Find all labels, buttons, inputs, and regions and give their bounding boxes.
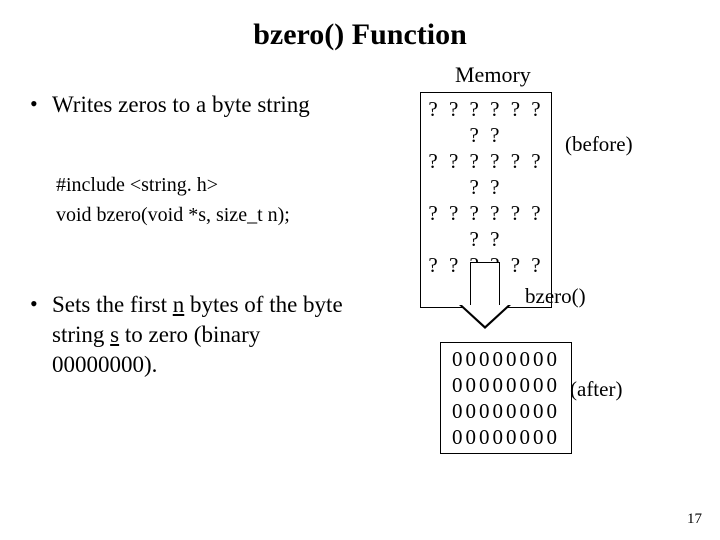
memory-row: ? ? ? ? ? ? ? ? (421, 96, 551, 148)
slide-title: bzero() Function (0, 0, 720, 52)
memory-label: Memory (455, 62, 700, 88)
bullet-dot-icon: • (30, 290, 52, 318)
text-fragment: Sets the first (52, 292, 173, 317)
after-label: (after) (570, 377, 622, 402)
before-label: (before) (565, 132, 633, 157)
slide: bzero() Function • Writes zeros to a byt… (0, 0, 720, 540)
bullet-text: Writes zeros to a byte string (52, 90, 310, 120)
bzero-call-label: bzero() (525, 284, 586, 309)
code-prototype: void bzero(void *s, size_t n); (56, 200, 370, 230)
memory-row: ? ? ? ? ? ? ? ? (421, 200, 551, 252)
right-column: Memory ? ? ? ? ? ? ? ? ? ? ? ? ? ? ? ? ?… (400, 62, 700, 308)
bullet-dot-icon: • (30, 90, 52, 118)
memory-row: 00000000 (441, 346, 571, 372)
bullet-writes-zeros: • Writes zeros to a byte string (30, 90, 370, 120)
code-block: #include <string. h> void bzero(void *s,… (56, 170, 370, 230)
code-include: #include <string. h> (56, 170, 370, 200)
underlined-s: s (110, 322, 119, 347)
memory-row: 00000000 (441, 372, 571, 398)
memory-row: 00000000 (441, 424, 571, 450)
memory-box-after: 00000000 00000000 00000000 00000000 (440, 342, 572, 454)
bullet-sets-first-n: • Sets the first n bytes of the byte str… (30, 290, 370, 380)
page-number: 17 (687, 511, 702, 528)
bullet-text: Sets the first n bytes of the byte strin… (52, 290, 370, 380)
arrow-down-icon (455, 262, 515, 332)
memory-row: ? ? ? ? ? ? ? ? (421, 148, 551, 200)
left-column: • Writes zeros to a byte string #include… (30, 90, 370, 380)
memory-row: 00000000 (441, 398, 571, 424)
underlined-n: n (173, 292, 185, 317)
